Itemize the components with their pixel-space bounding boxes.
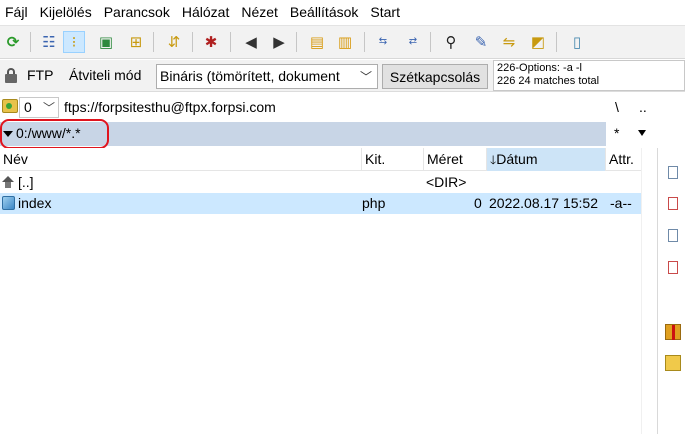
- php-file-icon: [2, 196, 15, 210]
- menu-view[interactable]: Nézet: [235, 4, 284, 20]
- column-date-label: Dátum: [496, 151, 538, 167]
- transfer-mode-value: Bináris (tömörített, dokument: [160, 68, 340, 84]
- file-ext: php: [362, 195, 386, 211]
- toolbar-separator: [556, 32, 557, 52]
- transfer-mode-label: Átviteli mód: [69, 67, 142, 83]
- file-attr: -a--: [610, 195, 632, 211]
- column-date[interactable]: 🡓Dátum: [487, 148, 606, 171]
- toolbar-separator: [192, 32, 193, 52]
- chevron-down-icon: ﹀: [359, 70, 372, 84]
- pack-files-icon[interactable]: ▤: [306, 31, 328, 53]
- drive-value: 0: [24, 99, 32, 115]
- transfer-mode-select[interactable]: Bináris (tömörített, dokument ﹀: [156, 64, 378, 89]
- menu-start[interactable]: Start: [364, 4, 406, 20]
- disconnect-button[interactable]: Szétkapcsolás: [382, 64, 488, 89]
- new-folder-icon[interactable]: [665, 355, 681, 371]
- copy-file-icon[interactable]: [665, 228, 681, 244]
- root-dir-button[interactable]: \: [615, 99, 619, 115]
- protocol-label: FTP: [27, 67, 54, 83]
- file-name: [..]: [18, 174, 34, 190]
- column-name[interactable]: Név: [0, 148, 362, 171]
- invert-selection-icon[interactable]: ⇵: [163, 31, 185, 53]
- compare-icon[interactable]: ◩: [527, 31, 549, 53]
- menu-settings[interactable]: Beállítások: [284, 4, 364, 20]
- column-size[interactable]: Méret: [424, 148, 487, 171]
- toolbar-separator: [153, 32, 154, 52]
- file-list-header: Név Kit. Méret 🡓Dátum Attr.: [0, 148, 641, 171]
- chevron-down-icon: ﹀: [42, 101, 55, 115]
- move-file-icon[interactable]: [665, 260, 681, 276]
- menu-bar: Fájl Kijelölés Parancsok Hálózat Nézet B…: [0, 0, 685, 24]
- unpack-files-icon[interactable]: ▥: [334, 31, 356, 53]
- file-name: index: [18, 195, 52, 211]
- lock-icon: [5, 68, 17, 83]
- button-bar: [657, 148, 685, 434]
- selection-wand-icon[interactable]: ✱: [200, 31, 222, 53]
- toolbar-separator: [30, 32, 31, 52]
- full-view-icon[interactable]: ⁝: [63, 31, 85, 53]
- filter-dropdown-icon[interactable]: [638, 130, 646, 136]
- thumbnail-view-icon[interactable]: ▣: [95, 31, 117, 53]
- column-attr[interactable]: Attr.: [606, 148, 641, 171]
- ftp-connect-icon[interactable]: ⇆: [372, 31, 394, 53]
- file-size: 0: [474, 195, 482, 211]
- list-item[interactable]: [..] <DIR>: [0, 172, 641, 193]
- search-binoculars-icon[interactable]: ⚲: [440, 31, 462, 53]
- toolbar-separator: [230, 32, 231, 52]
- vertical-scrollbar[interactable]: [641, 148, 656, 434]
- annotation-highlight: [0, 119, 109, 149]
- sync-dirs-icon[interactable]: ⇋: [498, 31, 520, 53]
- toolbar-separator: [430, 32, 431, 52]
- refresh-icon[interactable]: ⟳: [2, 31, 24, 53]
- menu-network[interactable]: Hálózat: [176, 4, 235, 20]
- menu-selection[interactable]: Kijelölés: [34, 4, 98, 20]
- notepad-icon[interactable]: ▯: [566, 31, 588, 53]
- file-date: 2022.08.17 15:52: [489, 195, 598, 211]
- log-line: 226 24 matches total: [497, 75, 600, 87]
- drive-select[interactable]: 0 ﹀: [19, 97, 59, 118]
- column-ext[interactable]: Kit.: [362, 148, 424, 171]
- back-arrow-icon[interactable]: ◀: [240, 31, 262, 53]
- parent-dir-button[interactable]: ..: [639, 99, 647, 115]
- toolbar: ⟳ ☷ ⁝ ▣ ⊞ ⇵ ✱ ◀ ▶ ▤ ▥ ⇆ ⇄ ⚲ ✎ ⇋ ◩ ▯: [0, 25, 685, 59]
- toolbar-separator: [296, 32, 297, 52]
- network-drive-icon: [2, 99, 18, 113]
- menu-file[interactable]: Fájl: [0, 4, 34, 20]
- filter-button[interactable]: *: [614, 125, 619, 141]
- pack-icon[interactable]: [665, 324, 681, 340]
- parent-dir-icon: [2, 176, 15, 188]
- drive-bar: 0 ﹀ ftps://forpsitesthu@ftpx.forpsi.com …: [0, 95, 685, 120]
- view-file-icon[interactable]: [665, 165, 681, 181]
- file-list[interactable]: Név Kit. Méret 🡓Dátum Attr. [..] <DIR> i…: [0, 148, 656, 434]
- ftp-log[interactable]: 226-Options: -a -l 226 24 matches total: [493, 60, 685, 91]
- server-address: ftps://forpsitesthu@ftpx.forpsi.com: [64, 99, 276, 115]
- forward-arrow-icon[interactable]: ▶: [268, 31, 290, 53]
- file-size: <DIR>: [426, 174, 467, 190]
- multi-rename-icon[interactable]: ✎: [470, 31, 492, 53]
- menu-commands[interactable]: Parancsok: [98, 4, 176, 20]
- log-line: 226-Options: -a -l: [497, 62, 582, 74]
- toolbar-separator: [364, 32, 365, 52]
- edit-file-icon[interactable]: [665, 196, 681, 212]
- brief-view-icon[interactable]: ☷: [38, 31, 60, 53]
- url-connect-icon[interactable]: ⇄: [402, 31, 424, 53]
- tree-view-icon[interactable]: ⊞: [125, 31, 147, 53]
- list-item[interactable]: index php 0 2022.08.17 15:52 -a--: [0, 193, 641, 214]
